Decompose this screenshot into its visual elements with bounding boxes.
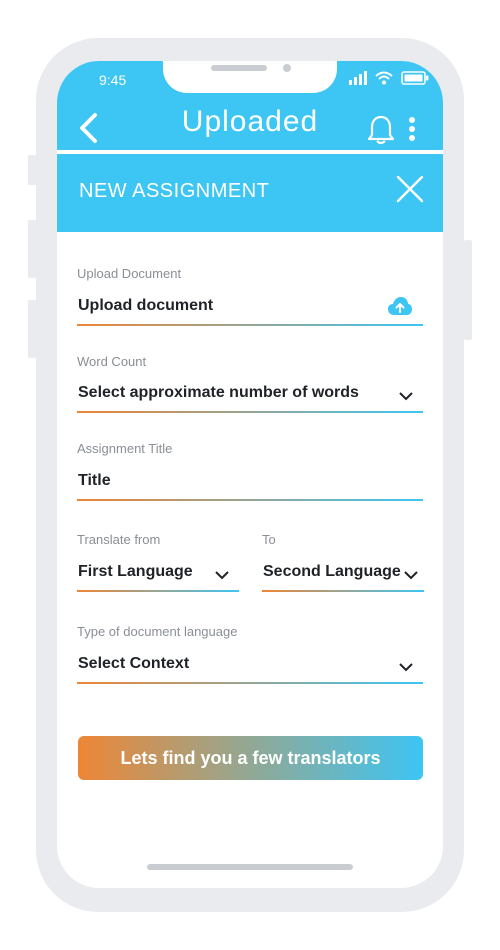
assignment-title-value: Title (78, 472, 111, 489)
phone-screen: 9:45 Uploaded NEW ASSIGNMENT Upload Docu… (57, 61, 443, 888)
translate-to-label: To (262, 532, 276, 547)
doc-type-label: Type of document language (77, 624, 238, 639)
translate-from-select[interactable]: First Language (77, 558, 239, 592)
wifi-icon (375, 71, 393, 90)
translate-to-select[interactable]: Second Language (262, 558, 424, 592)
close-icon (396, 175, 424, 203)
chevron-down-icon (404, 567, 418, 585)
status-time: 9:45 (99, 72, 127, 88)
phone-notch (163, 61, 337, 93)
translate-from-value: First Language (78, 563, 193, 580)
chevron-down-icon (399, 388, 413, 406)
bell-icon (367, 115, 395, 145)
battery-icon (401, 71, 429, 90)
upload-value: Upload document (78, 297, 214, 314)
status-icons (349, 71, 429, 90)
app-bar: 9:45 Uploaded (57, 61, 443, 150)
more-options-button[interactable] (405, 114, 419, 146)
doc-type-select[interactable]: Select Context (77, 650, 423, 684)
word-count-label: Word Count (77, 354, 147, 369)
notifications-button[interactable] (367, 114, 395, 146)
assignment-title-input[interactable]: Title (77, 467, 423, 501)
translate-to-value: Second Language (263, 563, 401, 580)
word-count-select[interactable]: Select approximate number of words (77, 379, 423, 413)
cloud-upload-icon[interactable] (387, 296, 413, 321)
field-underline (77, 682, 423, 684)
speaker (211, 65, 267, 71)
chevron-down-icon (399, 659, 413, 677)
field-underline (77, 590, 239, 592)
close-button[interactable] (395, 174, 425, 204)
upload-document-field[interactable]: Upload document (77, 292, 423, 326)
signal-icon (349, 71, 367, 90)
more-vert-icon (409, 117, 415, 141)
phone-power-button (464, 240, 472, 340)
field-underline (77, 411, 423, 413)
camera (283, 64, 291, 72)
field-underline (262, 590, 424, 592)
find-translators-button[interactable]: Lets find you a few translators (78, 736, 423, 780)
field-underline (77, 324, 423, 326)
chevron-down-icon (215, 567, 229, 585)
phone-volume-up (28, 220, 36, 278)
doc-type-value: Select Context (78, 655, 190, 672)
modal-title: NEW ASSIGNMENT (79, 180, 270, 202)
phone-side-button (28, 155, 36, 185)
translate-from-label: Translate from (77, 532, 161, 547)
modal-header: NEW ASSIGNMENT (57, 154, 443, 232)
assignment-title-label: Assignment Title (77, 441, 173, 456)
home-indicator (147, 864, 353, 870)
upload-label: Upload Document (77, 266, 182, 281)
word-count-value: Select approximate number of words (78, 384, 359, 401)
field-underline (77, 499, 423, 501)
phone-volume-down (28, 300, 36, 358)
